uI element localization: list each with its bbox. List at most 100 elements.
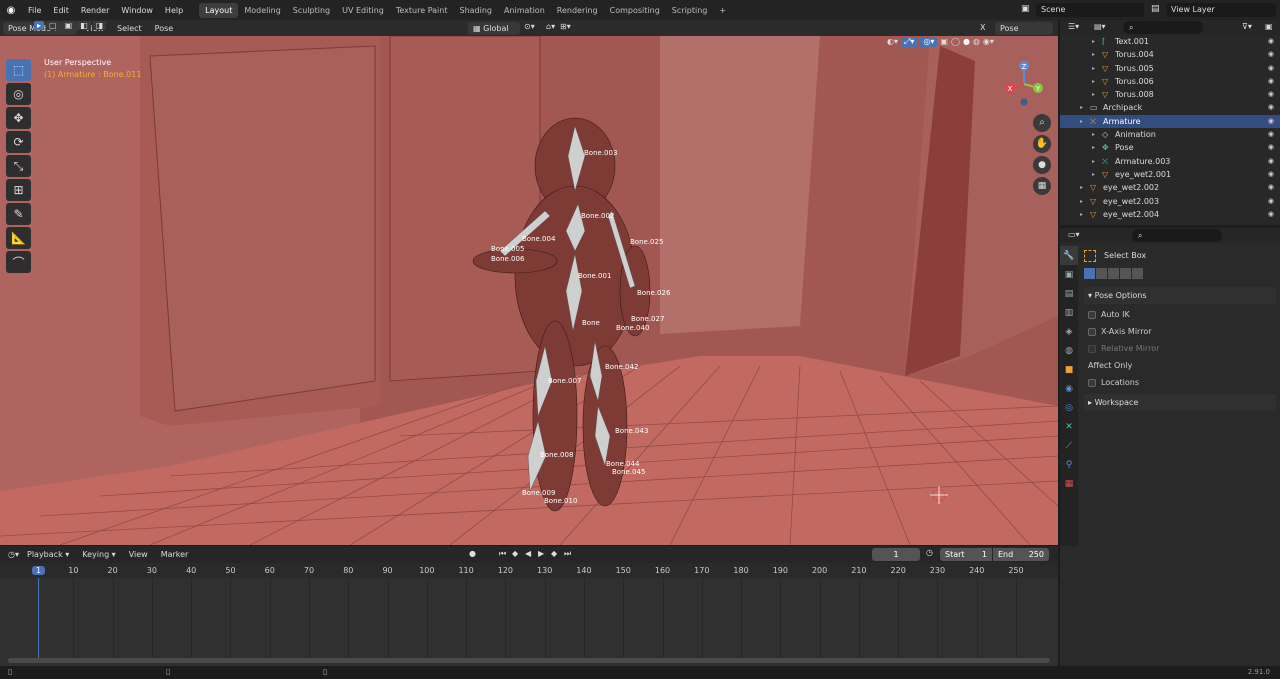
select-new-icon[interactable]: ▢ <box>46 21 60 30</box>
xray-icon[interactable]: ▣ <box>940 37 948 47</box>
display-mode-icon[interactable]: ▤▾ <box>1094 22 1106 31</box>
next-keyframe-icon[interactable]: ◆ <box>551 549 557 558</box>
bone-label[interactable]: Bone.004 <box>522 235 555 243</box>
expand-arrow-icon[interactable]: ▸ <box>1080 101 1090 114</box>
expand-arrow-icon[interactable]: ▸ <box>1080 195 1090 208</box>
bone-label[interactable]: Bone.045 <box>612 468 645 476</box>
add-workspace-button[interactable]: + <box>713 3 732 18</box>
wireframe-shading-icon[interactable]: ◯ <box>951 37 960 47</box>
expand-arrow-icon[interactable]: ▸ <box>1092 155 1102 168</box>
playhead[interactable] <box>38 578 39 658</box>
tab-scripting[interactable]: Scripting <box>666 3 714 18</box>
tab-animation[interactable]: Animation <box>498 3 551 18</box>
outliner-search-input[interactable]: ⌕ <box>1123 21 1203 34</box>
tab-uv-editing[interactable]: UV Editing <box>336 3 390 18</box>
overlay-visibility-icon[interactable]: ◐▾ <box>887 37 898 47</box>
mode-new-icon[interactable] <box>1084 268 1095 279</box>
start-frame-field[interactable]: Start 1 <box>940 548 992 561</box>
properties-editor-icon[interactable]: ▭▾ <box>1068 230 1080 239</box>
play-reverse-icon[interactable]: ◀ <box>525 549 531 558</box>
menu-render[interactable]: Render <box>75 6 115 15</box>
outliner-item[interactable]: ▸ ▽ eye_wet2.002 ◉ <box>1060 181 1280 194</box>
bone-label[interactable]: Bone <box>582 319 600 327</box>
expand-arrow-icon[interactable]: ▸ <box>1092 62 1102 75</box>
visibility-eye-icon[interactable]: ◉ <box>1268 88 1274 101</box>
view-layer-selector[interactable]: View Layer <box>1166 3 1276 17</box>
outliner-item[interactable]: ▸ ◇ Animation ◉ <box>1060 128 1280 141</box>
visibility-eye-icon[interactable]: ◉ <box>1268 75 1274 88</box>
snap-icon[interactable]: ⌂▾ <box>546 22 555 31</box>
outliner-item[interactable]: ▸ ▽ eye_wet2.003 ◉ <box>1060 195 1280 208</box>
tab-layout[interactable]: Layout <box>199 2 239 18</box>
new-collection-icon[interactable]: ▣ <box>1265 22 1273 31</box>
prev-keyframe-icon[interactable]: ◆ <box>512 549 518 558</box>
texture-tab-icon[interactable]: ▦ <box>1060 474 1078 493</box>
zoom-icon[interactable]: ⌕ <box>1033 114 1051 132</box>
select-extend-icon[interactable]: ▣ <box>61 21 76 30</box>
bone-label[interactable]: Bone.044 <box>606 460 639 468</box>
expand-arrow-icon[interactable]: ▸ <box>1092 168 1102 181</box>
pivot-icon[interactable]: ⊙▾ <box>524 22 535 31</box>
visibility-eye-icon[interactable]: ◉ <box>1268 128 1274 141</box>
outliner-item[interactable]: ▸ ✥ Pose ◉ <box>1060 141 1280 154</box>
pose-options-button[interactable]: Pose Options ▾ <box>995 22 1053 46</box>
menu-window[interactable]: Window <box>115 6 159 15</box>
visibility-eye-icon[interactable]: ◉ <box>1268 155 1274 168</box>
menu-keying[interactable]: Keying ▾ <box>77 548 120 561</box>
menu-marker[interactable]: Marker <box>156 548 194 561</box>
scene-icon[interactable]: ▣ <box>1021 4 1030 14</box>
outliner-item[interactable]: ▸ ▽ Torus.008 ◉ <box>1060 88 1280 101</box>
tab-compositing[interactable]: Compositing <box>604 3 666 18</box>
menu-timeline-view[interactable]: View <box>124 548 153 561</box>
visibility-eye-icon[interactable]: ◉ <box>1268 62 1274 75</box>
bone-constraint-tab-icon[interactable]: ⚲ <box>1060 455 1078 474</box>
world-tab-icon[interactable]: ◍ <box>1060 341 1078 360</box>
tab-texture-paint[interactable]: Texture Paint <box>390 3 454 18</box>
bone-label[interactable]: Bone.006 <box>491 255 524 263</box>
outliner-item[interactable]: ▸ ⛌ Armature ◉ <box>1060 114 1280 129</box>
select-box-tool-icon[interactable]: ⬚ <box>6 59 31 81</box>
filter-icon[interactable]: ⊽▾ <box>1242 22 1252 31</box>
bone-label[interactable]: Bone.025 <box>630 238 663 246</box>
menu-playback[interactable]: Playback ▾ <box>22 548 74 561</box>
bone-label[interactable]: Bone.026 <box>637 289 670 297</box>
bone-label[interactable]: Bone.027 <box>631 315 664 323</box>
bone-label[interactable]: Bone.002 <box>581 212 614 220</box>
pose-options-panel-header[interactable]: ▾ Pose Options <box>1084 287 1276 304</box>
material-shading-icon[interactable]: ◍ <box>973 37 980 47</box>
frame-ruler[interactable]: 1 10 20 30 40 50 60 70 80 90 100 110 120 130 140 150 160… <box>0 563 1058 578</box>
object-data-tab-icon[interactable]: ✕ <box>1060 417 1078 436</box>
physics-tab-icon[interactable]: ◎ <box>1060 398 1078 417</box>
gizmo-toggle-icon[interactable]: ⤢▾ <box>901 37 918 47</box>
view-layer-tab-icon[interactable]: ▥ <box>1060 303 1078 322</box>
measure-tool-icon[interactable]: 📐 <box>6 227 31 249</box>
orientation-selector[interactable]: ▦ Global ▾ <box>468 22 520 46</box>
record-icon[interactable]: ● <box>469 549 476 558</box>
bone-label[interactable]: Bone.040 <box>616 324 649 332</box>
expand-arrow-icon[interactable]: ▸ <box>1092 75 1102 88</box>
visibility-eye-icon[interactable]: ◉ <box>1268 48 1274 61</box>
menu-select[interactable]: Select <box>112 22 147 35</box>
navigation-gizmo[interactable]: Z Y X <box>1000 58 1050 108</box>
tab-rendering[interactable]: Rendering <box>551 3 604 18</box>
annotate-tool-icon[interactable]: ✎ <box>6 203 31 225</box>
timeline-scrollbar[interactable] <box>8 658 1050 663</box>
bone-label[interactable]: Bone.042 <box>605 363 638 371</box>
bone-label[interactable]: Bone.009 <box>522 489 555 497</box>
pan-hand-icon[interactable]: ✋ <box>1033 135 1051 153</box>
mode-difference-icon[interactable] <box>1120 268 1131 279</box>
visibility-eye-icon[interactable]: ◉ <box>1268 195 1274 208</box>
locations-checkbox[interactable] <box>1088 378 1096 387</box>
bone-label[interactable]: Bone.003 <box>584 149 617 157</box>
outliner-item[interactable]: ▸ ⌈ Text.001 ◉ <box>1060 35 1280 48</box>
current-frame-field[interactable]: 1 <box>872 548 920 561</box>
proportional-edit-icon[interactable]: ⊞▾ <box>560 22 571 31</box>
bone-label[interactable]: Bone.001 <box>578 272 611 280</box>
3d-cursor-icon[interactable] <box>930 486 948 504</box>
expand-arrow-icon[interactable]: ▸ <box>1080 181 1090 194</box>
menu-edit[interactable]: Edit <box>47 6 75 15</box>
bone-label[interactable]: Bone.007 <box>548 377 581 385</box>
solid-shading-icon[interactable]: ● <box>963 37 970 47</box>
expand-arrow-icon[interactable]: ▸ <box>1080 115 1090 128</box>
mode-subtract-icon[interactable] <box>1108 268 1119 279</box>
